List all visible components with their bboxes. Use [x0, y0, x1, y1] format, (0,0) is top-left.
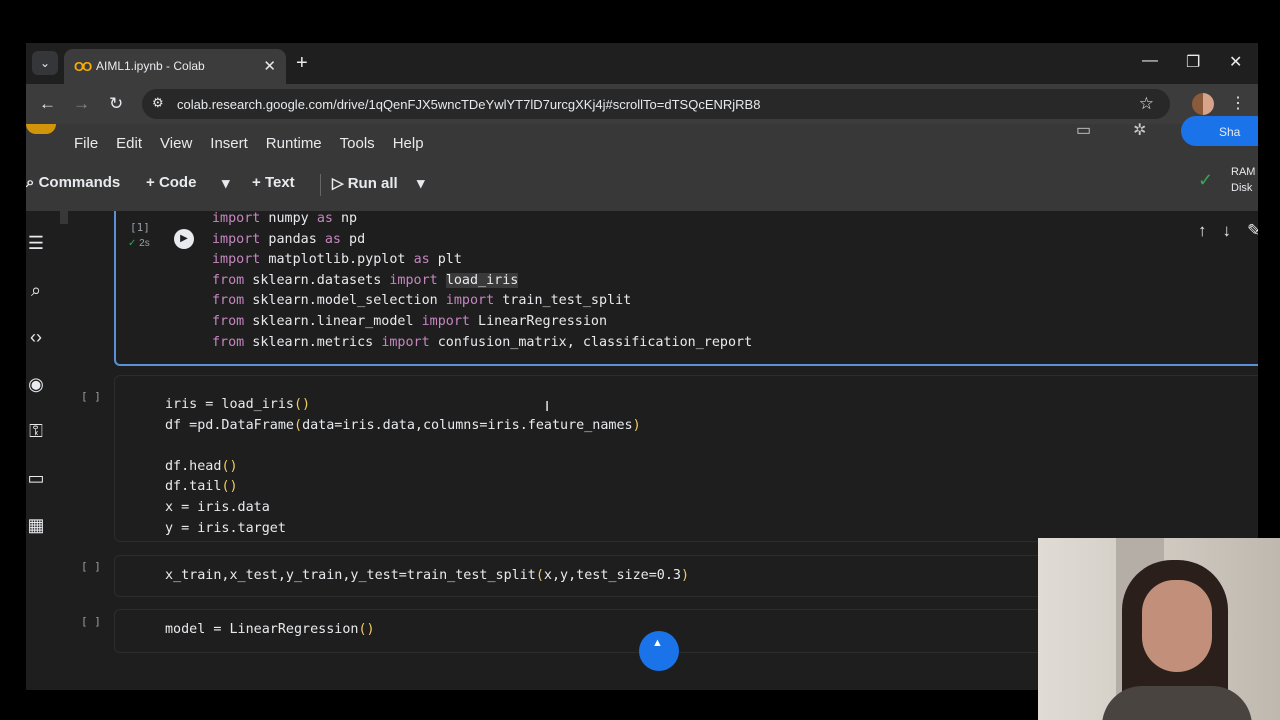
- scroll-top-button[interactable]: [639, 631, 679, 671]
- connected-check-icon[interactable]: ✓: [1198, 170, 1213, 191]
- more-vert-icon[interactable]: ⋮: [1230, 93, 1246, 113]
- settings-icon[interactable]: ✲: [1133, 120, 1146, 140]
- close-tab-icon[interactable]: ✕: [263, 57, 276, 75]
- reload-icon[interactable]: ↻: [109, 94, 123, 114]
- edit-pencil-icon[interactable]: ✎: [1247, 221, 1258, 241]
- tune-icon[interactable]: ⚙: [152, 95, 164, 111]
- address-bar[interactable]: ⚙ colab.research.google.com/drive/1qQenF…: [142, 89, 1170, 119]
- code-editor[interactable]: iris = load_iris() df =pd.DataFrame(data…: [165, 395, 641, 539]
- variables-icon[interactable]: ◉: [26, 374, 46, 395]
- execution-count: [ ]: [81, 560, 101, 573]
- menu-runtime[interactable]: Runtime: [266, 135, 322, 152]
- execution-count: [1]: [130, 221, 150, 234]
- colab-header: File Edit View Insert Runtime Tools Help…: [26, 116, 1258, 224]
- execution-time-value: 2s: [139, 238, 150, 249]
- move-down-icon[interactable]: ↓: [1223, 221, 1232, 241]
- code-line: model = LinearRegression(): [165, 622, 375, 637]
- code-cell-1[interactable]: [1] ✓ 2s ▶ import numpy as np import pan…: [114, 211, 1258, 366]
- execution-count: [ ]: [81, 615, 101, 628]
- tab-title: AIML1.ipynb - Colab: [96, 59, 205, 73]
- tab-strip: ⌄ OO AIML1.ipynb - Colab ✕ + — ❐ ✕: [26, 43, 1258, 84]
- files-folder-icon[interactable]: ▭: [26, 468, 46, 489]
- success-check-icon: ✓: [128, 238, 140, 249]
- browser-tab[interactable]: OO AIML1.ipynb - Colab ✕: [64, 49, 286, 84]
- text-label: Text: [264, 174, 295, 191]
- execution-time: ✓ 2s: [128, 238, 150, 249]
- colab-logo-icon: OO: [74, 59, 92, 74]
- text-cursor-icon: I: [545, 398, 550, 415]
- webcam-overlay: [1038, 538, 1280, 720]
- ram-label: RAM: [1231, 166, 1256, 178]
- code-line: iris = load_iris(): [165, 397, 311, 412]
- code-line: import numpy as np: [212, 211, 358, 226]
- presenter-shirt: [1102, 686, 1252, 720]
- close-window-icon[interactable]: ✕: [1229, 52, 1242, 72]
- code-line: df.head(): [165, 458, 238, 474]
- resource-indicator[interactable]: RAM Disk: [1231, 164, 1255, 196]
- code-line: x_train,x_test,y_train,y_test=train_test…: [165, 568, 690, 583]
- move-up-icon[interactable]: ↑: [1198, 221, 1207, 241]
- code-line: y = iris.target: [165, 520, 286, 536]
- code-line: df.tail(): [165, 479, 238, 495]
- run-all-button[interactable]: ▷ Run all: [332, 174, 398, 192]
- tab-search-icon[interactable]: ⌄: [32, 51, 58, 75]
- comment-icon[interactable]: ▭: [1076, 120, 1091, 140]
- code-editor[interactable]: model = LinearRegression(): [165, 620, 375, 641]
- secrets-key-icon[interactable]: ⚿: [26, 421, 46, 442]
- execution-count: [ ]: [81, 390, 101, 403]
- menu-insert[interactable]: Insert: [210, 135, 248, 152]
- code-line: from sklearn.metrics import confusion_ma…: [212, 334, 753, 350]
- add-text-button[interactable]: + Text: [252, 174, 295, 191]
- back-arrow-icon[interactable]: ←: [39, 94, 56, 114]
- menu-help[interactable]: Help: [393, 135, 424, 152]
- share-label: Sha: [1219, 125, 1241, 139]
- code-cell-2[interactable]: [ ] iris = load_iris() df =pd.DataFrame(…: [81, 375, 1258, 542]
- star-icon[interactable]: ☆: [1139, 94, 1154, 114]
- colab-logo[interactable]: [26, 124, 56, 134]
- menu-file[interactable]: File: [74, 135, 98, 152]
- menu-view[interactable]: View: [160, 135, 192, 152]
- code-snippets-icon[interactable]: ‹›: [26, 327, 46, 348]
- code-label: Code: [158, 174, 197, 191]
- code-line: df =pd.DataFrame(data=iris.data,columns=…: [165, 417, 641, 433]
- command-bar: ⌕ Commands + Code ▾ + Text ▷ Run all ▾: [26, 168, 1258, 200]
- code-editor[interactable]: import numpy as np import pandas as pd i…: [212, 211, 752, 353]
- code-line: import pandas as pd: [212, 231, 366, 247]
- menu-tools[interactable]: Tools: [340, 135, 375, 152]
- run-all-label: Run all: [347, 175, 398, 192]
- code-line: import matplotlib.pyplot as plt: [212, 252, 462, 268]
- code-line: x = iris.data: [165, 499, 270, 515]
- new-tab-icon[interactable]: +: [296, 52, 308, 75]
- code-editor[interactable]: x_train,x_test,y_train,y_test=train_test…: [165, 566, 689, 587]
- menu-edit[interactable]: Edit: [116, 135, 142, 152]
- disk-label: Disk: [1231, 182, 1253, 194]
- table-of-contents-icon[interactable]: ☰: [26, 233, 46, 254]
- code-line: from sklearn.linear_model import LinearR…: [212, 313, 608, 329]
- code-dropdown-icon[interactable]: ▾: [222, 174, 230, 192]
- data-table-icon[interactable]: ▦: [26, 515, 46, 536]
- code-line: from sklearn.model_selection import trai…: [212, 293, 632, 309]
- profile-avatar[interactable]: [1192, 93, 1214, 115]
- share-button[interactable]: Sha: [1181, 116, 1258, 146]
- find-icon[interactable]: ⌕: [26, 280, 46, 301]
- url-text[interactable]: colab.research.google.com/drive/1qQenFJX…: [177, 97, 760, 112]
- play-icon[interactable]: ▶: [174, 229, 194, 249]
- presenter-face: [1142, 580, 1212, 672]
- side-rail: ☰ ⌕ ‹› ◉ ⚿ ▭ ▦: [26, 211, 60, 690]
- restore-icon[interactable]: ❐: [1186, 52, 1200, 72]
- cell-toolbar: ↑ ↓ ✎: [1198, 221, 1258, 241]
- browser-toolbar: ← → ↻ ⚙ colab.research.google.com/drive/…: [26, 84, 1258, 124]
- commands-button[interactable]: ⌕ Commands: [26, 174, 120, 191]
- menu-bar: File Edit View Insert Runtime Tools Help: [74, 135, 424, 152]
- minimize-icon[interactable]: —: [1142, 52, 1158, 70]
- toolbar-divider: [320, 174, 321, 196]
- code-line: from sklearn.datasets import load_iris: [212, 272, 519, 288]
- commands-label: Commands: [38, 174, 121, 191]
- run-all-dropdown-icon[interactable]: ▾: [417, 174, 425, 192]
- forward-arrow-icon[interactable]: →: [73, 94, 90, 114]
- add-code-button[interactable]: + Code: [146, 174, 196, 191]
